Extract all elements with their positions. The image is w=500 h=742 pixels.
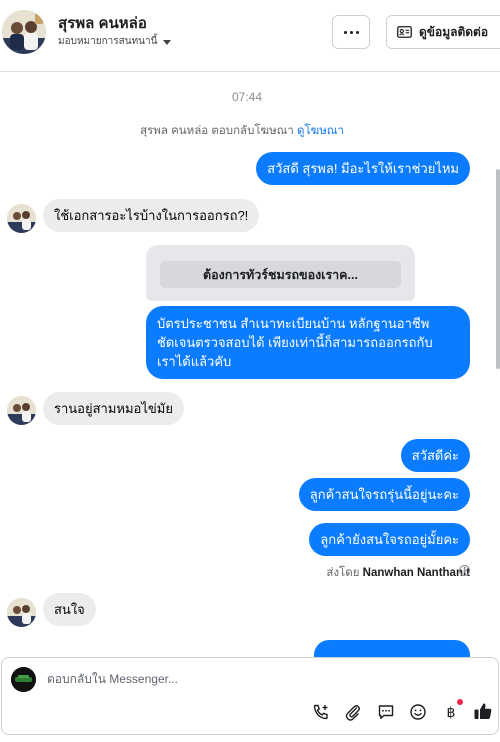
ad-reply-text: สุรพล คนหล่อ ตอบกลับโฆษณา (140, 125, 294, 137)
sent-by-label: ส่งโดย Nanwhan Nanthanit (326, 564, 470, 582)
emoji-icon[interactable] (408, 702, 428, 722)
contact-name: สุรพล คนหล่อ (58, 15, 147, 32)
contact-avatar-small (7, 396, 36, 425)
more-dot (355, 30, 359, 34)
view-ad-link[interactable]: ดูโฆษณา (297, 125, 344, 137)
reply-input[interactable] (47, 672, 347, 686)
quick-reply-card: ต้องการทัวร์ชมรถของเราค... (146, 245, 415, 301)
reply-composer: ฿ (1, 657, 499, 735)
contact-info-button[interactable]: ดูข้อมูลติดต่อ (386, 15, 500, 49)
outgoing-message[interactable]: ลูกค้ายังสนใจรถอยู่มั้ยคะ (309, 523, 470, 556)
page-avatar (11, 667, 36, 692)
sent-by-prefix: ส่งโดย (326, 567, 360, 579)
info-icon[interactable]: i (459, 565, 470, 576)
more-options-button[interactable] (332, 15, 370, 49)
svg-text:฿: ฿ (447, 705, 456, 721)
add-call-icon[interactable] (311, 702, 331, 722)
incoming-message[interactable]: สนใจ (43, 593, 96, 626)
message-line: เราได้แล้วคับ (157, 354, 232, 369)
outgoing-message[interactable]: สวัสดีค่ะ (400, 439, 470, 472)
incoming-message[interactable]: ใช้เอกสารอะไรบ้างในการออกรถ?! (43, 199, 260, 232)
sender-name: Nanwhan Nanthanit (362, 567, 470, 579)
saved-reply-icon[interactable] (376, 702, 396, 722)
message-line: ชัดเจนตรวจสอบได้ เพียงเท่านี้ก็สามารถออก… (157, 335, 433, 350)
outgoing-message[interactable]: บัตรประชาชน สำเนาทะเบียนบ้าน หลักฐานอาชี… (146, 306, 470, 379)
contact-info-label: ดูข้อมูลติดต่อ (419, 24, 489, 39)
contact-card-icon (397, 26, 412, 38)
outgoing-message-partial[interactable] (314, 640, 470, 657)
message-thread[interactable]: 07:44 สุรพล คนหล่อ ตอบกลับโฆษณา ดูโฆษณา … (0, 73, 500, 657)
like-icon[interactable] (472, 700, 494, 722)
ad-reply-notice: สุรพล คนหล่อ ตอบกลับโฆษณา ดูโฆษณา (0, 122, 484, 140)
notification-dot (457, 699, 463, 705)
tour-request-button[interactable]: ต้องการทัวร์ชมรถของเราค... (160, 261, 401, 288)
more-dot (349, 30, 353, 34)
contact-avatar[interactable] (2, 10, 46, 54)
attach-icon[interactable] (343, 702, 363, 722)
baht-payment-icon[interactable]: ฿ (441, 702, 461, 722)
outgoing-message[interactable]: สวัสดี สุรพล! มีอะไรให้เราช่วยไหม (256, 152, 470, 185)
message-line: บัตรประชาชน สำเนาทะเบียนบ้าน หลักฐานอาชี… (157, 316, 430, 331)
outgoing-message[interactable]: ลูกค้าสนใจรถรุ่นนี้อยู่นะคะ (298, 478, 470, 511)
contact-avatar-small (7, 204, 36, 233)
assign-label: มอบหมายการสนทนานี้ (58, 36, 158, 47)
message-timestamp: 07:44 (231, 90, 263, 104)
more-dots-icon (343, 30, 347, 34)
assign-conversation-dropdown[interactable]: มอบหมายการสนทนานี้ (58, 34, 172, 49)
contact-avatar-small (7, 598, 36, 627)
caret-down-icon (163, 39, 172, 45)
thread-scrollbar[interactable] (496, 169, 500, 369)
conversation-header: สุรพล คนหล่อ มอบหมายการสนทนานี้ ดูข้อมูล… (0, 0, 500, 72)
incoming-message[interactable]: รานอยู่สามหมอไข่มัย (43, 392, 184, 425)
